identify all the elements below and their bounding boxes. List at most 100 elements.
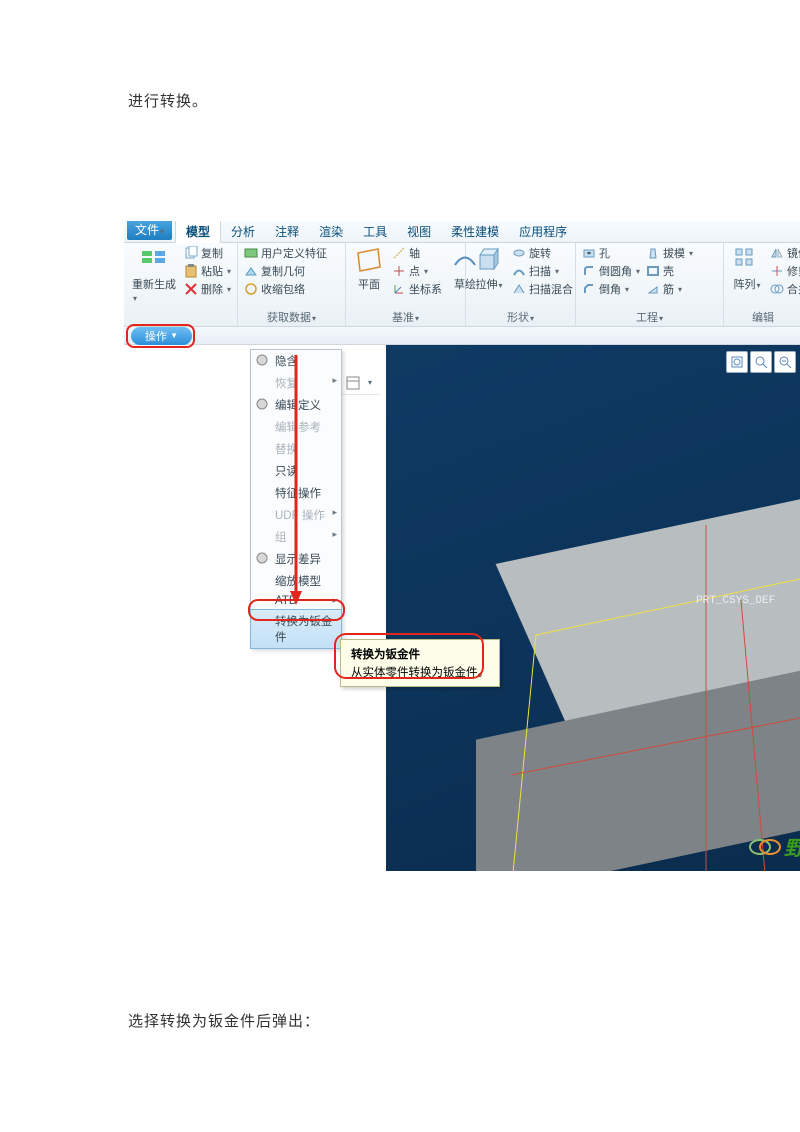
udf-icon xyxy=(244,246,258,260)
copy-icon xyxy=(184,246,198,260)
diff-icon xyxy=(255,551,269,565)
copy-button[interactable]: 复制 xyxy=(184,245,231,261)
blend-icon xyxy=(512,282,526,296)
sweep-label: 扫描 xyxy=(529,263,551,279)
eng-title: 工程▾ xyxy=(582,308,717,326)
csys-icon xyxy=(392,282,406,296)
tab-file[interactable]: 文件▾ xyxy=(127,221,172,240)
shell-label: 壳 xyxy=(663,263,674,279)
refit-icon xyxy=(730,355,744,369)
point-button[interactable]: 点▾ xyxy=(392,263,442,279)
regen-label: 重新生成 xyxy=(132,279,176,291)
merge-label: 合并 xyxy=(787,281,800,297)
regen-icon xyxy=(139,245,169,275)
shrink-icon xyxy=(244,282,258,296)
paste-icon xyxy=(184,264,198,278)
tab-model[interactable]: 模型 xyxy=(175,221,221,243)
tab-apps[interactable]: 应用程序 xyxy=(509,221,577,242)
zoomout-button[interactable] xyxy=(774,351,796,373)
shrink-button[interactable]: 收缩包络 xyxy=(244,281,327,297)
rib-label: 筋 xyxy=(663,281,674,297)
paste-button[interactable]: 粘贴▾ xyxy=(184,263,231,279)
datum-lines xyxy=(386,345,800,871)
round-button[interactable]: 倒圆角▾ xyxy=(582,263,640,279)
copy-label: 复制 xyxy=(201,245,223,261)
shrink-label: 收缩包络 xyxy=(261,281,305,297)
viewport-3d[interactable]: PRT_CSYS_DEF 野 xyxy=(386,345,800,871)
shell-button[interactable]: 壳 xyxy=(646,263,693,279)
paste-label: 粘贴 xyxy=(201,263,223,279)
tab-render[interactable]: 渲染 xyxy=(309,221,353,242)
edit-icon xyxy=(255,397,269,411)
plane-label: 平面 xyxy=(358,276,380,292)
mirror-label: 镜像 xyxy=(787,245,800,261)
red-arrow xyxy=(290,355,302,605)
tree-show-icon[interactable] xyxy=(345,375,361,391)
draft-icon xyxy=(646,246,660,260)
op-label: 操作 xyxy=(145,328,167,344)
merge-button[interactable]: 合并 xyxy=(770,281,800,297)
tab-analysis[interactable]: 分析 xyxy=(221,221,265,242)
delete-label: 删除 xyxy=(201,281,223,297)
blend-label: 扫描混合 xyxy=(529,281,573,297)
datum-title: 基准▾ xyxy=(352,308,459,326)
trim-label: 修剪 xyxy=(787,263,800,279)
zoomin-button[interactable] xyxy=(750,351,772,373)
udf-label: 用户定义特征 xyxy=(261,245,327,261)
tab-view[interactable]: 视图 xyxy=(397,221,441,242)
ribbon: 重新生成▾ 复制 粘贴▾ 删除▾ 用户定义特征 复制几何 收缩包络 xyxy=(124,243,800,327)
regen-button[interactable]: 重新生成▾ xyxy=(130,245,178,324)
sweep-icon xyxy=(512,264,526,278)
hole-icon xyxy=(582,246,596,260)
copygeom-button[interactable]: 复制几何 xyxy=(244,263,327,279)
axis-button[interactable]: 轴 xyxy=(392,245,442,261)
hole-button[interactable]: 孔 xyxy=(582,245,640,261)
tab-tools[interactable]: 工具 xyxy=(353,221,397,242)
mirror-button[interactable]: 镜像 xyxy=(770,245,800,261)
hide-icon xyxy=(255,353,269,367)
udf-button[interactable]: 用户定义特征 xyxy=(244,245,327,261)
merge-icon xyxy=(770,282,784,296)
pattern-icon xyxy=(732,245,762,275)
tab-annotate[interactable]: 注释 xyxy=(265,221,309,242)
draft-button[interactable]: 拔模▾ xyxy=(646,245,693,261)
trim-button[interactable]: 修剪 xyxy=(770,263,800,279)
trim-icon xyxy=(770,264,784,278)
delete-button[interactable]: 删除▾ xyxy=(184,281,231,297)
hole-label: 孔 xyxy=(599,245,610,261)
csys-label: 坐标系 xyxy=(409,281,442,297)
rib-button[interactable]: 筋▾ xyxy=(646,281,693,297)
sweep-button[interactable]: 扫描▾ xyxy=(512,263,573,279)
blend-button[interactable]: 扫描混合 xyxy=(512,281,573,297)
shell-icon xyxy=(646,264,660,278)
axis-label: 轴 xyxy=(409,245,420,261)
pattern-button[interactable]: 阵列▾ xyxy=(730,245,764,308)
getdata-title: 获取数据▾ xyxy=(244,308,339,326)
operation-button[interactable]: 操作 ▼ xyxy=(131,327,192,345)
revolve-icon xyxy=(512,246,526,260)
plane-icon xyxy=(354,245,384,275)
mirror-icon xyxy=(770,246,784,260)
chamfer-button[interactable]: 倒角▾ xyxy=(582,281,640,297)
refit-button[interactable] xyxy=(726,351,748,373)
watermark-icon xyxy=(748,834,782,860)
zoomout-icon xyxy=(778,355,792,369)
revolve-button[interactable]: 旋转 xyxy=(512,245,573,261)
copygeom-label: 复制几何 xyxy=(261,263,305,279)
extrude-button[interactable]: 拉伸▾ xyxy=(472,245,506,308)
plane-button[interactable]: 平面 xyxy=(352,245,386,308)
tab-flex[interactable]: 柔性建模 xyxy=(441,221,509,242)
ribbon-subrow: 操作 ▼ xyxy=(124,327,800,345)
chamfer-icon xyxy=(582,282,596,296)
viewport-toolbar xyxy=(726,351,796,373)
extrude-icon xyxy=(474,245,504,275)
csys-button[interactable]: 坐标系 xyxy=(392,281,442,297)
ribbon-tabs: 文件▾ 模型 分析 注释 渲染 工具 视图 柔性建模 应用程序 xyxy=(124,221,800,243)
shape-title: 形状▾ xyxy=(472,308,569,326)
op-highlight: 操作 ▼ xyxy=(126,324,195,348)
edit-title: 编辑 xyxy=(730,308,796,326)
watermark-text: 野 xyxy=(784,832,800,861)
rib-icon xyxy=(646,282,660,296)
watermark: 野 xyxy=(748,832,800,861)
delete-icon xyxy=(184,282,198,296)
